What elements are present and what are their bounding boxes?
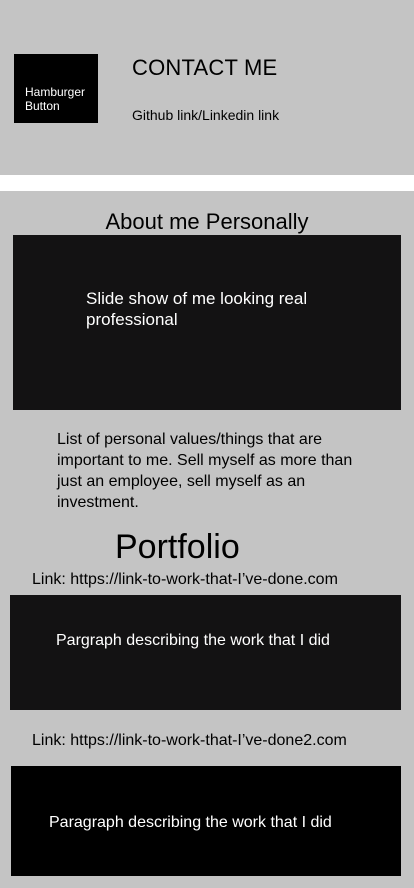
hamburger-button[interactable]: Hamburger Button xyxy=(14,54,98,123)
github-linkedin-link[interactable]: Github link/Linkedin link xyxy=(132,107,279,123)
personal-values-text: List of personal values/things that are … xyxy=(57,431,353,511)
work-description-1: Pargraph describing the work that I did xyxy=(56,632,330,649)
portfolio-heading: Portfolio xyxy=(115,528,240,566)
work-link-2[interactable]: Link: https://link-to-work-that-I’ve-don… xyxy=(32,731,347,751)
work-card-1[interactable]: Pargraph describing the work that I did xyxy=(10,595,401,710)
slideshow-placeholder-text: Slide show of me looking real profession… xyxy=(86,289,308,329)
about-me-heading: About me Personally xyxy=(105,209,309,234)
work-description-2: Paragraph describing the work that I did xyxy=(49,814,332,831)
contact-me-heading: CONTACT ME xyxy=(132,55,278,80)
header: Hamburger Button CONTACT ME Github link/… xyxy=(0,0,414,175)
work-link-1[interactable]: Link: https://link-to-work-that-I’ve-don… xyxy=(32,570,338,590)
professional-slideshow[interactable]: Slide show of me looking real profession… xyxy=(13,235,401,410)
work-card-2[interactable]: Paragraph describing the work that I did xyxy=(11,766,401,876)
section-divider xyxy=(0,175,414,191)
